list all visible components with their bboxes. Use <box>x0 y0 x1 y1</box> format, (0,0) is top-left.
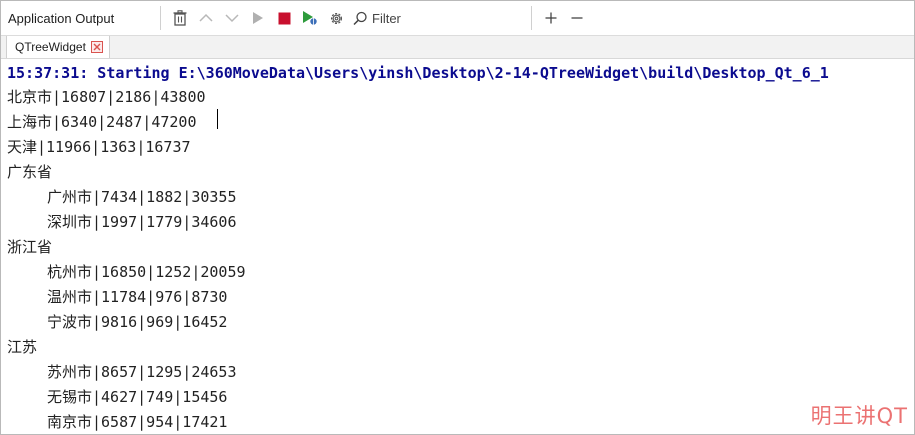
output-line: 北京市|16807|2186|43800 <box>7 88 206 106</box>
output-line: 广州市|7434|1882|30355 <box>47 188 237 206</box>
toolbar-separator <box>160 6 161 30</box>
output-line: 天津|11966|1363|16737 <box>7 138 191 156</box>
zoom-in-button[interactable] <box>538 5 564 31</box>
output-line: 杭州市|16850|1252|20059 <box>47 263 246 281</box>
output-line: 江苏 <box>7 338 38 356</box>
arrow-down-icon <box>225 14 239 23</box>
search-icon <box>353 11 367 25</box>
output-text-area[interactable]: 15:37:31: Starting E:\360MoveData\Users\… <box>1 59 914 434</box>
application-output-pane: Application Output Filter QTreeWidget 15… <box>0 0 915 435</box>
minus-icon <box>571 17 583 19</box>
zoom-out-button[interactable] <box>564 5 590 31</box>
output-line: 苏州市|8657|1295|24653 <box>47 363 237 381</box>
attach-debugger-button[interactable] <box>297 5 323 31</box>
filter-input[interactable] <box>368 10 512 26</box>
previous-item-button[interactable] <box>193 5 219 31</box>
tab-qtreewidget[interactable]: QTreeWidget <box>6 36 110 58</box>
output-line: 广东省 <box>7 163 53 181</box>
arrow-up-icon <box>199 13 213 22</box>
gear-icon <box>330 12 342 24</box>
clear-output-button[interactable] <box>167 5 193 31</box>
tab-close-button[interactable] <box>90 41 103 53</box>
trash-icon <box>173 10 187 26</box>
toolbar-separator <box>531 6 532 30</box>
stop-icon <box>278 12 290 24</box>
output-toolbar: Application Output <box>1 1 914 36</box>
start-message: 15:37:31: Starting E:\360MoveData\Users\… <box>7 64 829 82</box>
output-line: 无锡市|4627|749|15456 <box>47 388 228 406</box>
output-tab-bar: QTreeWidget <box>1 36 914 59</box>
debug-run-icon <box>303 11 317 25</box>
filter-box[interactable] <box>353 6 531 30</box>
pane-title: Application Output <box>8 10 115 26</box>
close-icon <box>93 43 101 51</box>
output-line: 宁波市|9816|969|16452 <box>47 313 228 331</box>
output-line: 浙江省 <box>7 238 53 256</box>
output-line: 上海市|6340|2487|47200 <box>7 113 197 131</box>
rerun-button[interactable] <box>245 5 271 31</box>
output-line: 温州市|11784|976|8730 <box>47 288 228 306</box>
text-cursor <box>217 109 218 129</box>
output-line: 南京市|6587|954|17421 <box>47 413 228 431</box>
next-item-button[interactable] <box>219 5 245 31</box>
watermark-logo: 明王讲QT <box>810 404 908 428</box>
tab-label: QTreeWidget <box>15 40 86 54</box>
run-icon <box>253 12 263 24</box>
output-line: 深圳市|1997|1779|34606 <box>47 213 237 231</box>
stop-button[interactable] <box>271 5 297 31</box>
plus-icon <box>545 12 557 24</box>
settings-button[interactable] <box>323 5 349 31</box>
